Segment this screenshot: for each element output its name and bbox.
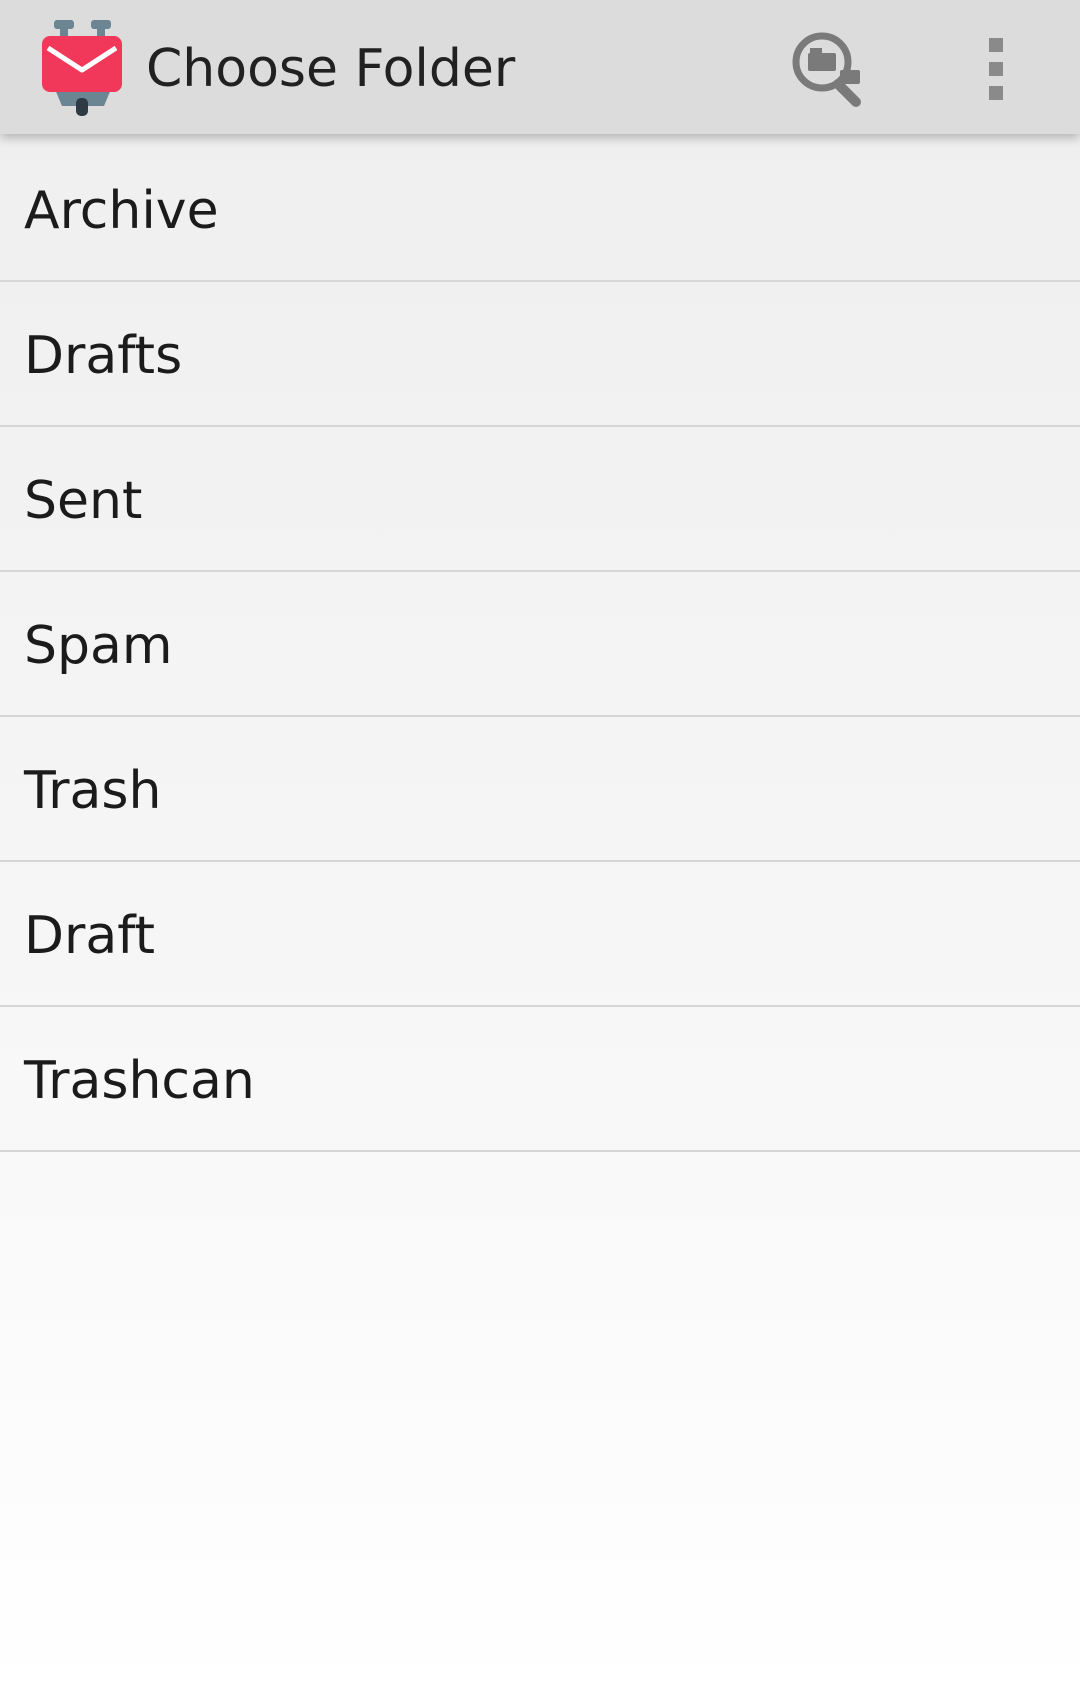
folder-item-trashcan[interactable]: Trashcan: [0, 1007, 1080, 1152]
folder-name: Draft: [24, 906, 156, 966]
folder-name: Spam: [24, 616, 173, 676]
search-folders-button[interactable]: [784, 24, 874, 114]
page-title: Choose Folder: [146, 39, 516, 99]
folder-name: Trashcan: [24, 1051, 255, 1111]
folder-name: Sent: [24, 471, 143, 531]
search-folders-icon: [792, 32, 861, 107]
folder-list: Archive Drafts Sent Spam Trash Draft Tra…: [0, 137, 1080, 1152]
app-logo-icon: [38, 20, 128, 116]
folder-item-trash[interactable]: Trash: [0, 717, 1080, 862]
folder-item-spam[interactable]: Spam: [0, 572, 1080, 717]
folder-name: Drafts: [24, 326, 183, 386]
folder-item-archive[interactable]: Archive: [0, 137, 1080, 282]
folder-name: Archive: [24, 181, 219, 241]
folder-item-sent[interactable]: Sent: [0, 427, 1080, 572]
folder-name: Trash: [24, 761, 162, 821]
folder-item-draft[interactable]: Draft: [0, 862, 1080, 1007]
overflow-menu-button[interactable]: [960, 24, 1032, 114]
folder-item-drafts[interactable]: Drafts: [0, 282, 1080, 427]
overflow-menu-icon: [989, 38, 1003, 100]
action-bar: Choose Folder: [0, 0, 1080, 134]
